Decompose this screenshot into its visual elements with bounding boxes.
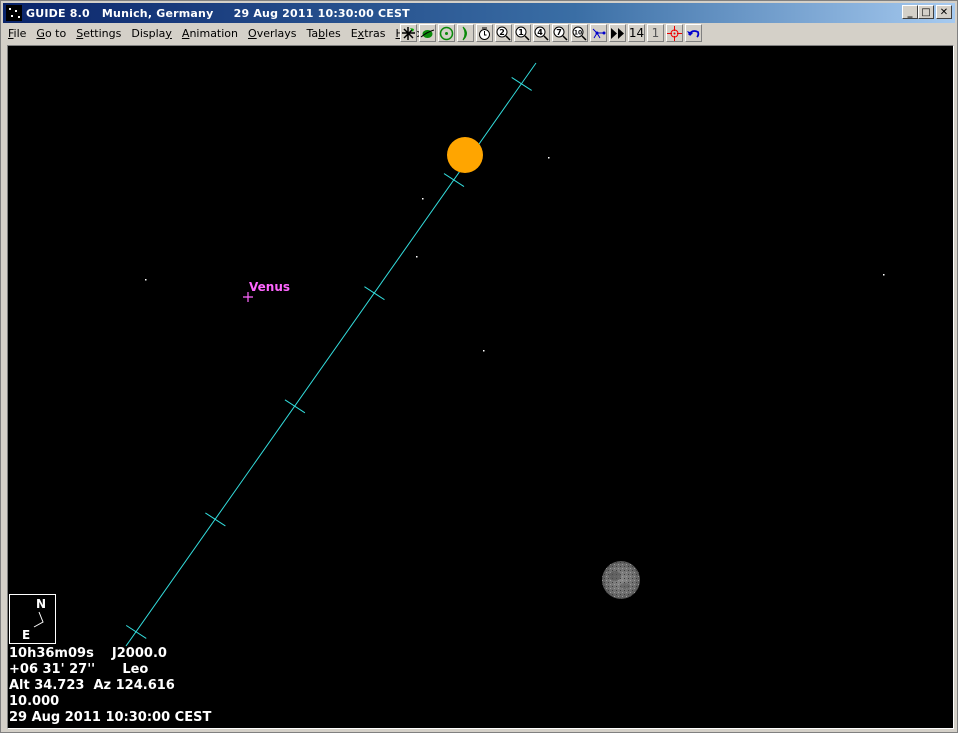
ecliptic-tick xyxy=(443,173,465,188)
title-bar[interactable]: GUIDE 8.0 Munich, Germany 29 Aug 2011 10… xyxy=(3,3,955,23)
planet-button[interactable] xyxy=(419,24,436,42)
zoom-10-icon: 10 xyxy=(572,26,587,41)
menu-extras[interactable]: Extras xyxy=(346,27,391,40)
moon[interactable] xyxy=(602,561,640,599)
sun-button[interactable] xyxy=(438,24,455,42)
menu-settings[interactable]: Settings xyxy=(71,27,126,40)
undo-icon xyxy=(687,29,700,38)
crosshair-button[interactable] xyxy=(666,24,683,42)
planet-icon xyxy=(420,29,435,38)
sky-chart[interactable]: Venus N E 10h36m09s J2000.0 +06 31' 27''… xyxy=(7,45,954,729)
zoom-4-button[interactable]: 4 xyxy=(533,24,550,42)
close-button[interactable]: ✕ xyxy=(936,5,952,19)
dec-value: +06 31' 27'' xyxy=(9,662,96,677)
maximize-button[interactable]: □ xyxy=(918,5,934,19)
ra-value: 10h36m09s xyxy=(9,646,94,661)
svg-text:2: 2 xyxy=(499,28,505,37)
compass-east-label: E xyxy=(22,628,31,642)
menu-file[interactable]: File xyxy=(3,27,31,40)
star-chart-icon xyxy=(402,26,415,40)
datetime-value: 29 Aug 2011 10:30:00 CEST xyxy=(9,710,212,725)
crosshair-icon xyxy=(667,25,682,41)
clock-icon xyxy=(479,27,490,40)
step-1-button[interactable]: 1 xyxy=(647,24,664,42)
compass-arrow-icon xyxy=(33,611,44,628)
star[interactable] xyxy=(416,256,418,258)
constellation-value: Leo xyxy=(122,662,149,677)
zoom-1-button[interactable]: 1 xyxy=(514,24,531,42)
clock-button[interactable] xyxy=(476,24,493,42)
svg-text:7: 7 xyxy=(556,28,562,37)
menu-overlays[interactable]: Overlays xyxy=(243,27,302,40)
zoom-10-button[interactable]: 10 xyxy=(571,24,588,42)
star[interactable] xyxy=(548,157,550,159)
epoch-value: J2000.0 xyxy=(111,646,167,661)
sky-canvas[interactable] xyxy=(8,46,953,728)
info-dec-line: +06 31' 27'' Leo xyxy=(9,662,148,678)
star-chart-button[interactable] xyxy=(400,24,417,42)
zoom-1-icon: 1 xyxy=(515,26,530,41)
minimize-icon: _ xyxy=(907,6,913,18)
constellation-button[interactable] xyxy=(590,24,607,42)
toolbar: 2 1 4 7 10 14 1 xyxy=(400,23,702,43)
sun-icon xyxy=(439,26,454,40)
altaz-value: Alt 34.723 Az 124.616 xyxy=(9,678,175,693)
svg-text:4: 4 xyxy=(537,28,543,37)
ecliptic-tick xyxy=(284,399,306,414)
menu-goto[interactable]: Go to xyxy=(31,27,71,40)
sun[interactable] xyxy=(447,137,483,173)
step-14-label: 14 xyxy=(628,26,645,40)
ecliptic-tick xyxy=(511,76,532,91)
zoom-7-button[interactable]: 7 xyxy=(552,24,569,42)
zoom-2-button[interactable]: 2 xyxy=(495,24,512,42)
window-title: GUIDE 8.0 Munich, Germany 29 Aug 2011 10… xyxy=(26,6,410,20)
moon-button[interactable] xyxy=(457,24,474,42)
app-window: GUIDE 8.0 Munich, Germany 29 Aug 2011 10… xyxy=(0,0,958,733)
step-1-label: 1 xyxy=(651,26,660,40)
undo-button[interactable] xyxy=(685,24,702,42)
menu-display[interactable]: Display xyxy=(126,27,177,40)
info-ra-line: 10h36m09s J2000.0 xyxy=(9,646,167,662)
menu-animation[interactable]: Animation xyxy=(177,27,243,40)
fast-forward-icon xyxy=(611,27,624,39)
moon-icon xyxy=(462,26,467,40)
close-icon: ✕ xyxy=(939,6,949,18)
zoom-4-icon: 4 xyxy=(534,26,549,41)
compass-rose: N E xyxy=(9,594,56,644)
star[interactable] xyxy=(145,279,147,281)
app-icon xyxy=(6,5,22,21)
star[interactable] xyxy=(483,350,485,352)
ecliptic-tick xyxy=(125,625,147,639)
ecliptic-tick xyxy=(205,512,226,527)
star[interactable] xyxy=(883,274,885,276)
star[interactable] xyxy=(422,198,424,200)
fast-forward-button[interactable] xyxy=(609,24,626,42)
field-value: 10.000 xyxy=(9,694,60,709)
step-14-button[interactable]: 14 xyxy=(628,24,645,42)
svg-text:1: 1 xyxy=(518,28,524,37)
venus-label[interactable]: Venus xyxy=(249,280,290,294)
zoom-7-icon: 7 xyxy=(553,26,568,41)
minimize-button[interactable]: _ xyxy=(902,5,918,19)
zoom-2-icon: 2 xyxy=(496,26,511,41)
menu-tables[interactable]: Tables xyxy=(302,27,346,40)
constellation-icon xyxy=(592,28,606,38)
maximize-icon: □ xyxy=(921,6,931,18)
ecliptic-tick xyxy=(364,286,385,301)
svg-text:10: 10 xyxy=(574,29,582,36)
